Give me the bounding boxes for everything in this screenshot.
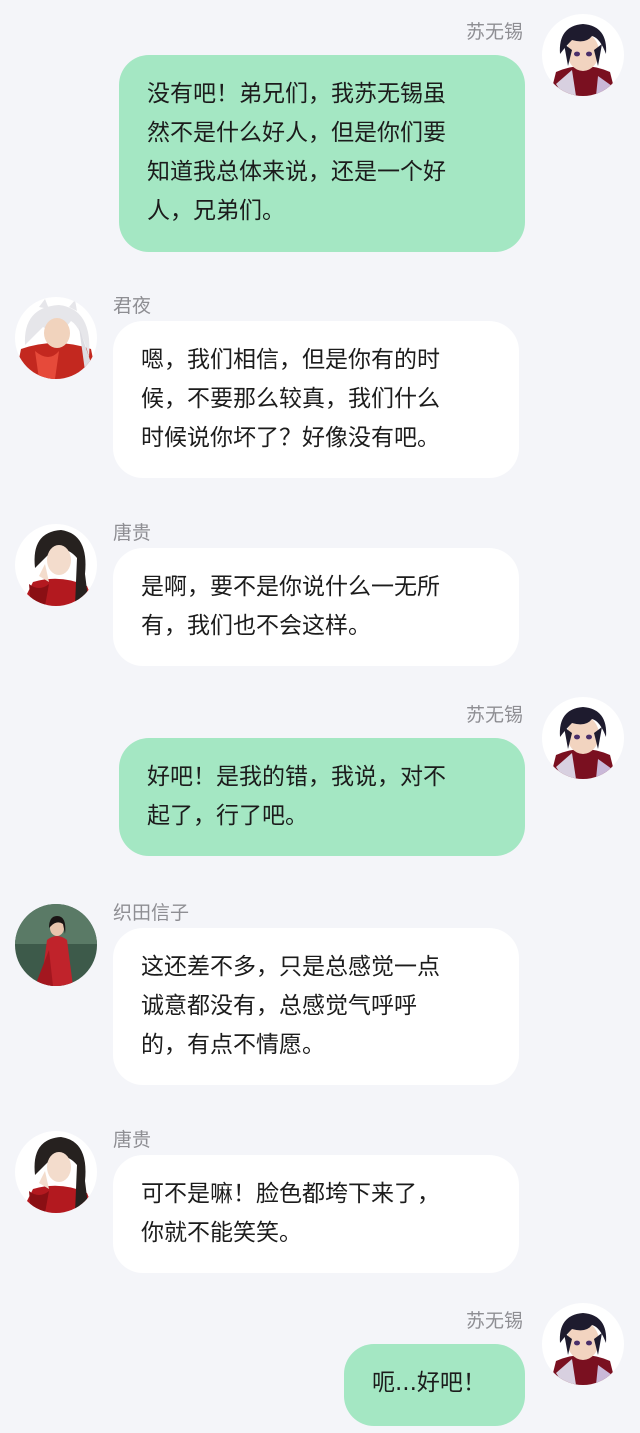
avatar[interactable] (15, 524, 97, 606)
message-bubble: 没有吧！弟兄们，我苏无锡虽 然不是什么好人，但是你们要 知道我总体来说，还是一个… (119, 55, 525, 252)
sender-name: 织田信子 (113, 902, 190, 924)
avatar[interactable] (15, 904, 97, 986)
avatar[interactable] (15, 1131, 97, 1213)
sender-name: 苏无锡 (465, 21, 523, 43)
message-bubble: 可不是嘛！脸色都垮下来了， 你就不能笑笑。 (113, 1155, 519, 1273)
sender-name: 唐贵 (113, 522, 152, 544)
chat-screen: 苏无锡 没有吧！弟兄们，我苏无锡虽 然不是什么好人，但是你们要 知道我总体来说，… (0, 0, 640, 1433)
avatar[interactable] (542, 14, 624, 96)
message-bubble: 嗯，我们相信，但是你有的时 候，不要那么较真，我们什么 时候说你坏了？好像没有吧… (113, 321, 519, 478)
sender-name: 苏无锡 (465, 704, 523, 726)
message-bubble: 这还差不多，只是总感觉一点 诚意都没有，总感觉气呼呼 的，有点不情愿。 (113, 928, 519, 1085)
avatar[interactable] (542, 1303, 624, 1385)
message-bubble: 是啊，要不是你说什么一无所 有，我们也不会这样。 (113, 548, 519, 666)
sender-name: 苏无锡 (465, 1310, 523, 1332)
sender-name: 唐贵 (113, 1129, 152, 1151)
sender-name: 君夜 (113, 295, 152, 317)
avatar[interactable] (15, 297, 97, 379)
avatar[interactable] (542, 697, 624, 779)
message-bubble: 好吧！是我的错，我说，对不 起了，行了吧。 (119, 738, 525, 856)
message-bubble: 呃...好吧！ (344, 1344, 525, 1426)
